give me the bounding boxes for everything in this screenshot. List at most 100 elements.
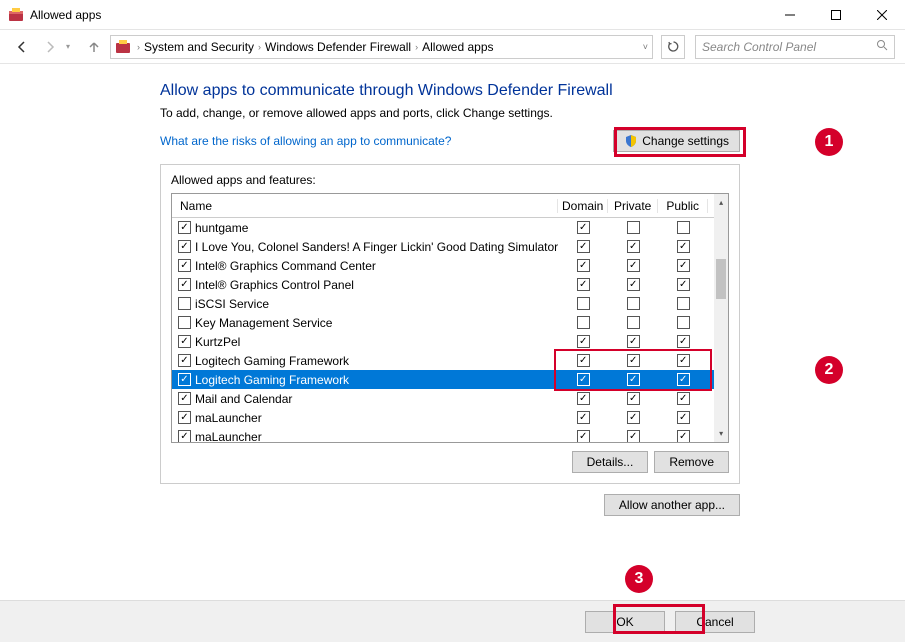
public-checkbox[interactable]: ✓ <box>677 259 690 272</box>
forward-button[interactable] <box>38 35 62 59</box>
public-checkbox[interactable]: ✓ <box>677 392 690 405</box>
back-button[interactable] <box>10 35 34 59</box>
private-checkbox[interactable] <box>627 297 640 310</box>
col-public[interactable]: Public <box>658 199 708 213</box>
private-checkbox[interactable]: ✓ <box>627 411 640 424</box>
row-checkbox[interactable]: ✓ <box>178 392 191 405</box>
details-button[interactable]: Details... <box>572 451 649 473</box>
scroll-track[interactable] <box>714 211 728 425</box>
domain-checkbox[interactable]: ✓ <box>577 278 590 291</box>
row-checkbox[interactable]: ✓ <box>178 430 191 442</box>
scroll-thumb[interactable] <box>716 259 726 299</box>
scroll-up-button[interactable]: ▴ <box>714 194 728 211</box>
private-checkbox[interactable]: ✓ <box>627 240 640 253</box>
nav-bar: ▾ › System and Security › Windows Defend… <box>0 30 905 64</box>
row-checkbox[interactable]: ✓ <box>178 335 191 348</box>
private-checkbox[interactable] <box>627 221 640 234</box>
maximize-button[interactable] <box>813 0 859 30</box>
domain-checkbox[interactable]: ✓ <box>577 240 590 253</box>
annotation-3: 3 <box>625 565 653 593</box>
search-placeholder: Search Control Panel <box>702 40 816 54</box>
public-checkbox[interactable]: ✓ <box>677 240 690 253</box>
row-checkbox[interactable]: ✓ <box>178 354 191 367</box>
ok-button[interactable]: OK <box>585 611 665 633</box>
domain-checkbox[interactable] <box>577 297 590 310</box>
close-button[interactable] <box>859 0 905 30</box>
public-checkbox[interactable]: ✓ <box>677 354 690 367</box>
app-name: Logitech Gaming Framework <box>195 354 558 368</box>
domain-checkbox[interactable]: ✓ <box>577 392 590 405</box>
table-row[interactable]: ✓Intel® Graphics Command Center✓✓✓ <box>172 256 714 275</box>
table-row[interactable]: ✓Intel® Graphics Control Panel✓✓✓ <box>172 275 714 294</box>
domain-checkbox[interactable]: ✓ <box>577 373 590 386</box>
table-row[interactable]: ✓I Love You, Colonel Sanders! A Finger L… <box>172 237 714 256</box>
row-checkbox[interactable]: ✓ <box>178 411 191 424</box>
domain-checkbox[interactable]: ✓ <box>577 411 590 424</box>
private-checkbox[interactable]: ✓ <box>627 373 640 386</box>
row-checkbox[interactable] <box>178 316 191 329</box>
breadcrumb-seg[interactable]: Allowed apps <box>422 40 493 54</box>
table-row[interactable]: ✓ Logitech Gaming Framework ✓ ✓ ✓ <box>172 370 714 389</box>
private-checkbox[interactable]: ✓ <box>627 259 640 272</box>
domain-checkbox[interactable]: ✓ <box>577 335 590 348</box>
col-private[interactable]: Private <box>608 199 658 213</box>
table-row[interactable]: ✓Mail and Calendar✓✓✓ <box>172 389 714 408</box>
chevron-down-icon[interactable]: ˅ <box>643 42 648 52</box>
domain-checkbox[interactable]: ✓ <box>577 354 590 367</box>
col-name[interactable]: Name <box>178 199 558 213</box>
table-row[interactable]: ✓KurtzPel✓✓✓ <box>172 332 714 351</box>
domain-checkbox[interactable]: ✓ <box>577 221 590 234</box>
table-row[interactable]: ✓ Logitech Gaming Framework ✓ ✓ ✓ <box>172 351 714 370</box>
row-checkbox[interactable] <box>178 297 191 310</box>
public-checkbox[interactable] <box>677 297 690 310</box>
public-checkbox[interactable]: ✓ <box>677 335 690 348</box>
public-checkbox[interactable] <box>677 316 690 329</box>
private-checkbox[interactable]: ✓ <box>627 354 640 367</box>
col-domain[interactable]: Domain <box>558 199 608 213</box>
table-row[interactable]: ✓maLauncher✓✓✓ <box>172 408 714 427</box>
chevron-right-icon[interactable]: › <box>137 42 140 52</box>
table-row[interactable]: Key Management Service <box>172 313 714 332</box>
allow-another-app-button[interactable]: Allow another app... <box>604 494 740 516</box>
remove-button[interactable]: Remove <box>654 451 729 473</box>
domain-checkbox[interactable]: ✓ <box>577 430 590 442</box>
public-checkbox[interactable]: ✓ <box>677 278 690 291</box>
public-checkbox[interactable]: ✓ <box>677 411 690 424</box>
row-checkbox[interactable]: ✓ <box>178 373 191 386</box>
breadcrumb-seg[interactable]: Windows Defender Firewall <box>265 40 411 54</box>
row-checkbox[interactable]: ✓ <box>178 240 191 253</box>
table-row[interactable]: ✓ maLauncher ✓ ✓ ✓ <box>172 427 714 442</box>
row-checkbox[interactable]: ✓ <box>178 221 191 234</box>
chevron-right-icon[interactable]: › <box>258 42 261 52</box>
public-checkbox[interactable] <box>677 221 690 234</box>
public-checkbox[interactable]: ✓ <box>677 430 690 442</box>
change-settings-button[interactable]: Change settings <box>613 130 740 152</box>
row-checkbox[interactable]: ✓ <box>178 278 191 291</box>
table-row[interactable]: iSCSI Service <box>172 294 714 313</box>
table-row[interactable]: ✓huntgame✓ <box>172 218 714 237</box>
domain-checkbox[interactable] <box>577 316 590 329</box>
app-name: Logitech Gaming Framework <box>195 373 558 387</box>
public-checkbox[interactable]: ✓ <box>677 373 690 386</box>
recent-dropdown[interactable]: ▾ <box>66 42 78 51</box>
private-checkbox[interactable]: ✓ <box>627 335 640 348</box>
search-input[interactable]: Search Control Panel <box>695 35 895 59</box>
scrollbar[interactable]: ▴ ▾ <box>714 194 728 442</box>
chevron-right-icon[interactable]: › <box>415 42 418 52</box>
scroll-down-button[interactable]: ▾ <box>714 425 728 442</box>
cancel-button[interactable]: Cancel <box>675 611 755 633</box>
up-button[interactable] <box>82 35 106 59</box>
private-checkbox[interactable] <box>627 316 640 329</box>
private-checkbox[interactable]: ✓ <box>627 278 640 291</box>
private-checkbox[interactable]: ✓ <box>627 430 640 442</box>
dialog-footer: OK Cancel <box>0 600 905 642</box>
refresh-button[interactable] <box>661 35 685 59</box>
row-checkbox[interactable]: ✓ <box>178 259 191 272</box>
risk-link[interactable]: What are the risks of allowing an app to… <box>160 134 451 148</box>
domain-checkbox[interactable]: ✓ <box>577 259 590 272</box>
app-name: maLauncher <box>195 430 558 443</box>
breadcrumb-seg[interactable]: System and Security <box>144 40 254 54</box>
breadcrumb[interactable]: › System and Security › Windows Defender… <box>110 35 653 59</box>
private-checkbox[interactable]: ✓ <box>627 392 640 405</box>
minimize-button[interactable] <box>767 0 813 30</box>
